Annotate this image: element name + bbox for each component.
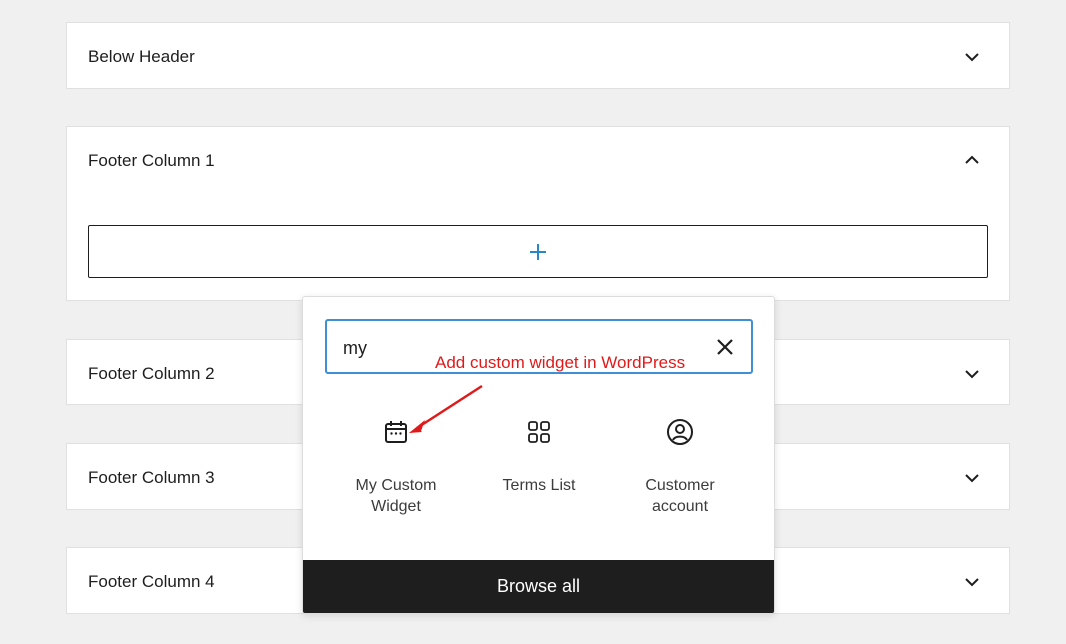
block-result-label: My Custom Widget bbox=[355, 477, 437, 515]
block-result-label: Terms List bbox=[502, 477, 576, 494]
chevron-down-icon[interactable] bbox=[962, 572, 982, 592]
panel-below-header: Below Header bbox=[66, 22, 1010, 89]
calendar-icon bbox=[385, 421, 407, 443]
chevron-down-icon[interactable] bbox=[962, 47, 982, 67]
panel-footer-column-1: Footer Column 1 bbox=[66, 126, 1010, 301]
plus-icon bbox=[530, 243, 546, 260]
block-result-customer-account[interactable]: Customer account bbox=[615, 417, 745, 517]
block-inserter-popover: Add custom widget in WordPress My Custom… bbox=[302, 296, 775, 614]
panel-title: Footer Column 4 bbox=[88, 572, 215, 591]
panel-title: Footer Column 3 bbox=[88, 468, 215, 487]
close-icon[interactable] bbox=[713, 335, 737, 359]
add-block-button[interactable] bbox=[88, 225, 988, 278]
panel-title: Footer Column 1 bbox=[88, 151, 215, 170]
annotation-text: Add custom widget in WordPress bbox=[435, 353, 686, 372]
user-circle-icon bbox=[667, 419, 693, 445]
chevron-up-icon[interactable] bbox=[962, 150, 982, 170]
chevron-down-icon[interactable] bbox=[962, 364, 982, 384]
block-result-label: Customer account bbox=[645, 477, 715, 515]
block-result-terms-list[interactable]: Terms List bbox=[474, 417, 604, 496]
block-result-my-custom-widget[interactable]: My Custom Widget bbox=[331, 417, 461, 517]
chevron-down-icon[interactable] bbox=[962, 468, 982, 488]
panel-title: Footer Column 2 bbox=[88, 364, 215, 383]
browse-all-button[interactable]: Browse all bbox=[303, 560, 774, 613]
panel-title: Below Header bbox=[88, 47, 195, 66]
grid-icon bbox=[528, 421, 550, 443]
